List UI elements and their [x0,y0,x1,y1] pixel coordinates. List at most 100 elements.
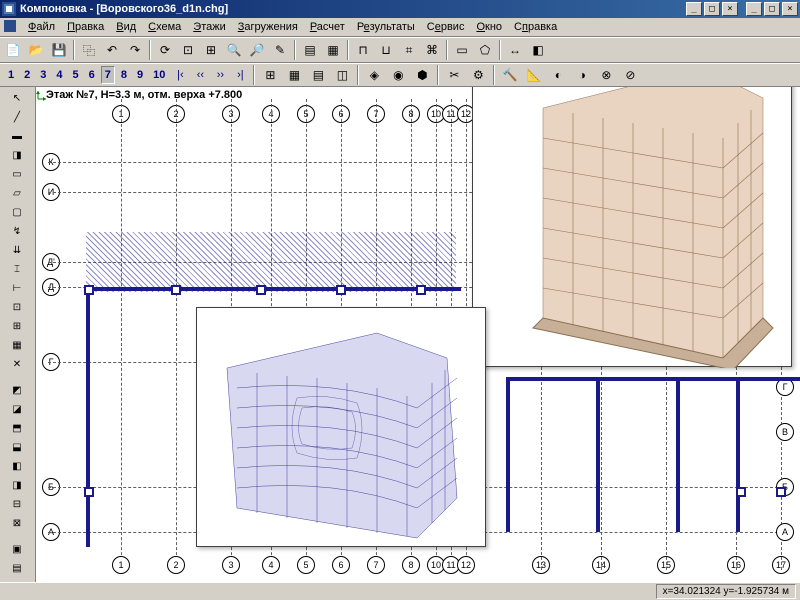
lt-b7[interactable]: ⊟ [2,495,32,513]
viewport[interactable]: Этаж №7, H=3.3 м, отм. верха +7.800 1234… [36,87,800,582]
lt-hatch[interactable]: ▦ [2,336,32,354]
layers-button[interactable]: ▤ [299,39,321,61]
floor-tab-10[interactable]: 10 [149,66,169,84]
lt-c2[interactable]: ▤ [2,559,32,577]
floor-tab-3[interactable]: 3 [36,66,50,84]
tool-d-button[interactable]: ⌘ [421,39,443,61]
lt-mesh[interactable]: ⊞ [2,317,32,335]
menu-loads[interactable]: Загружения [232,19,304,35]
floor-tool-14[interactable]: ⊗ [595,64,617,86]
grid-bubble-botl: 3 [222,556,240,574]
floor-tab-4[interactable]: 4 [52,66,66,84]
lt-load1[interactable]: ↯ [2,222,32,240]
floor-tab-5[interactable]: 5 [69,66,83,84]
floor-tool-7[interactable]: ⬢ [411,64,433,86]
main-toolbar: 📄 📂 💾 ⿻ ↶ ↷ ⟳ ⊡ ⊞ 🔍 🔎 ✎ ▤ ▦ ⊓ ⊔ ⌗ ⌘ ▭ ⬠ … [0,37,800,63]
select-poly-button[interactable]: ⬠ [474,39,496,61]
floor-tool-2[interactable]: ▦ [283,64,305,86]
floor-tool-4[interactable]: ◫ [331,64,353,86]
zoom-in-button[interactable]: 🔍 [223,39,245,61]
lt-node[interactable]: ⊡ [2,298,32,316]
zoom-out-button[interactable]: 🔎 [246,39,268,61]
menu-service[interactable]: Сервис [421,19,471,35]
lt-dim[interactable]: ⊢ [2,279,32,297]
floor-tab-1[interactable]: 1 [4,66,18,84]
copy-button[interactable]: ⿻ [78,39,100,61]
tool-c-button[interactable]: ⌗ [398,39,420,61]
floor-tool-12[interactable]: ◐ [547,64,569,86]
render-panel-building[interactable] [472,87,792,367]
refresh-button[interactable]: ⟳ [154,39,176,61]
tool-a-button[interactable]: ⊓ [352,39,374,61]
floor-bar: 12345678910 |‹ ‹‹ ›› ›| ⊞ ▦ ▤ ◫ ◈ ◉ ⬢ ✂ … [0,63,800,87]
select-rect-button[interactable]: ▭ [451,39,473,61]
new-button[interactable]: 📄 [2,39,24,61]
menu-floors[interactable]: Этажи [187,19,231,35]
floor-tab-8[interactable]: 8 [117,66,131,84]
lt-load2[interactable]: ⇊ [2,241,32,259]
lt-del[interactable]: ✕ [2,355,32,373]
tool-b-button[interactable]: ⊔ [375,39,397,61]
save-button[interactable]: 💾 [48,39,70,61]
floor-tool-9[interactable]: ⚙ [467,64,489,86]
menu-calc[interactable]: Расчет [304,19,351,35]
measure-button[interactable]: ↔ [504,39,526,61]
lt-c1[interactable]: ▣ [2,540,32,558]
lt-slab[interactable]: ▱ [2,184,32,202]
floor-tool-11[interactable]: 📐 [523,64,545,86]
floor-tool-8[interactable]: ✂ [443,64,465,86]
floor-tool-6[interactable]: ◉ [387,64,409,86]
lt-b3[interactable]: ⬒ [2,419,32,437]
menu-window[interactable]: Окно [470,19,508,35]
floor-tab-9[interactable]: 9 [133,66,147,84]
lt-wall[interactable]: ▬ [2,127,32,145]
left-toolbar: ↖ ╱ ▬ ◨ ▭ ▱ ▢ ↯ ⇊ ⌶ ⊢ ⊡ ⊞ ▦ ✕ ◩ ◪ ⬒ ⬓ ◧ … [0,87,36,582]
lt-text[interactable]: ⌶ [2,260,32,278]
floor-tool-1[interactable]: ⊞ [259,64,281,86]
pan-button[interactable]: ✎ [269,39,291,61]
floor-tab-7[interactable]: 7 [101,66,115,84]
lt-b2[interactable]: ◪ [2,400,32,418]
floor-tool-10[interactable]: 🔨 [499,64,521,86]
zoom-extents-button[interactable]: ⊞ [200,39,222,61]
floor-tab-2[interactable]: 2 [20,66,34,84]
doc-maximize-button[interactable]: □ [704,2,720,16]
menu-view[interactable]: Вид [110,19,142,35]
lt-beam[interactable]: ▭ [2,165,32,183]
lt-b4[interactable]: ⬓ [2,438,32,456]
lt-b5[interactable]: ◧ [2,457,32,475]
floor-tool-3[interactable]: ▤ [307,64,329,86]
menu-edit[interactable]: Правка [61,19,110,35]
maximize-button[interactable]: □ [764,2,780,16]
floor-tab-6[interactable]: 6 [85,66,99,84]
zoom-window-button[interactable]: ⊡ [177,39,199,61]
lt-line[interactable]: ╱ [2,108,32,126]
floor-last-button[interactable]: ›| [231,66,249,84]
floor-first-button[interactable]: |‹ [171,66,189,84]
open-button[interactable]: 📂 [25,39,47,61]
minimize-button[interactable]: _ [746,2,762,16]
floor-tool-15[interactable]: ⊘ [619,64,641,86]
close-button[interactable]: × [782,2,798,16]
info-button[interactable]: ◧ [527,39,549,61]
lt-cursor[interactable]: ↖ [2,89,32,107]
floor-prev-button[interactable]: ‹‹ [191,66,209,84]
doc-close-button[interactable]: × [722,2,738,16]
floor-tool-13[interactable]: ◑ [571,64,593,86]
lt-opening[interactable]: ▢ [2,203,32,221]
undo-button[interactable]: ↶ [101,39,123,61]
lt-b1[interactable]: ◩ [2,381,32,399]
redo-button[interactable]: ↷ [124,39,146,61]
lt-b6[interactable]: ◨ [2,476,32,494]
grid-button[interactable]: ▦ [322,39,344,61]
menu-file[interactable]: Файл [22,19,61,35]
menu-scheme[interactable]: Схема [142,19,187,35]
analysis-panel-wireframe[interactable] [196,307,486,547]
menu-help[interactable]: Справка [508,19,563,35]
floor-next-button[interactable]: ›› [211,66,229,84]
menu-results[interactable]: Результаты [351,19,421,35]
lt-b8[interactable]: ⊠ [2,514,32,532]
doc-minimize-button[interactable]: _ [686,2,702,16]
floor-tool-5[interactable]: ◈ [363,64,385,86]
lt-column[interactable]: ◨ [2,146,32,164]
